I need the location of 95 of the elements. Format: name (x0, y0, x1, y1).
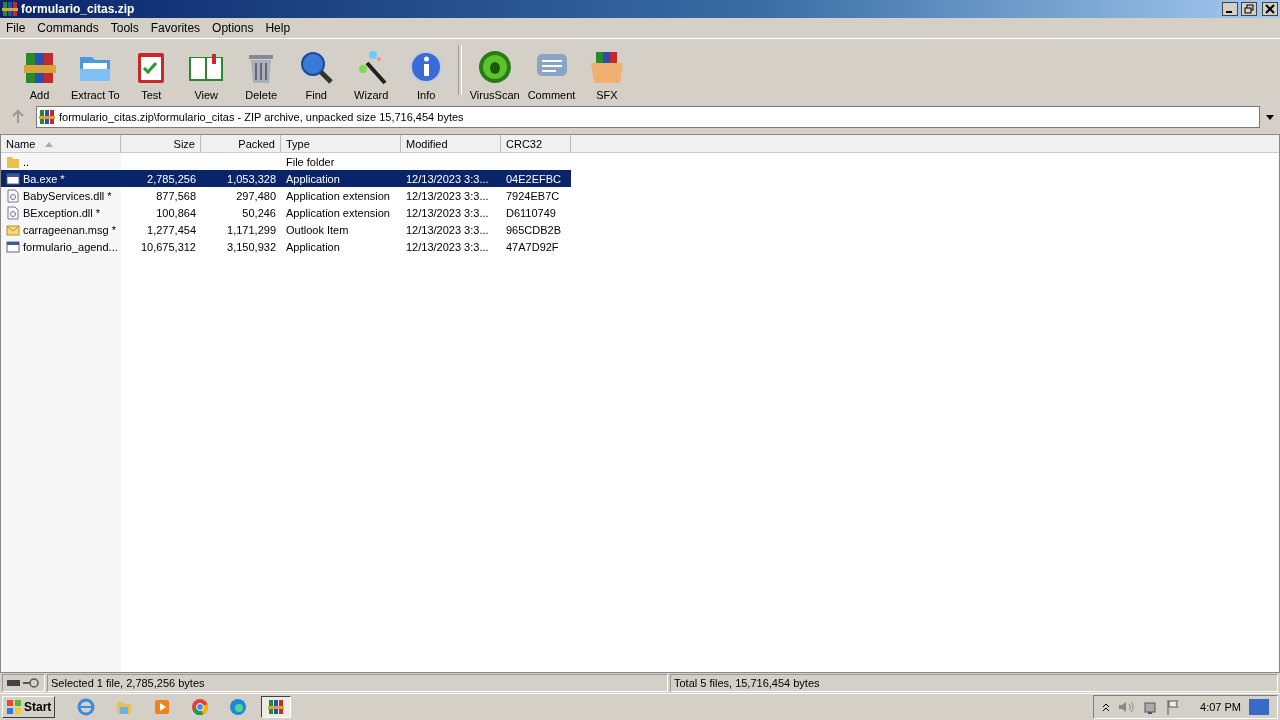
status-text: Selected 1 file, 2,785,256 bytes (51, 677, 205, 689)
table-cell: carrageenan.msg * (23, 223, 116, 236)
table-cell: BException.dll * (23, 206, 101, 219)
start-button[interactable]: Start (2, 696, 56, 718)
table-cell: 100,864 (156, 206, 196, 219)
toolbar-button[interactable]: Extract To (67, 49, 124, 101)
toolbar-button[interactable]: Info (398, 49, 454, 101)
toolbar-button[interactable]: View (178, 49, 234, 101)
gear-file-icon (6, 188, 20, 203)
application-icon (6, 239, 20, 254)
taskbar-button[interactable] (261, 696, 292, 718)
file-row[interactable]: Ba.exe * 2,785,256 1,053,328 Application 12/13/2023 3:3... 04E2EFBC (1, 170, 571, 187)
close-button[interactable] (1262, 2, 1278, 16)
table-cell: 965CDB2B (506, 223, 562, 236)
table-cell: 12/13/2023 3:3... (406, 223, 489, 236)
table-cell: Ba.exe * (23, 172, 65, 185)
table-cell: .. (23, 155, 30, 168)
search-icon (298, 49, 335, 85)
table-cell: Application (286, 172, 340, 185)
table-cell: BabyServices.dll * (23, 189, 112, 202)
browser-icon (229, 698, 248, 716)
minimize-button[interactable] (1222, 2, 1238, 16)
app-icon (2, 1, 18, 17)
column-header[interactable]: Modified (401, 135, 501, 152)
toolbar-button[interactable]: Add (12, 49, 67, 101)
table-cell: Outlook Item (286, 223, 349, 236)
menu-item[interactable]: Help (259, 21, 297, 35)
menu-item[interactable]: File (0, 21, 32, 35)
table-cell: 3,150,932 (227, 240, 276, 253)
application-icon (6, 171, 20, 186)
toolbar-button[interactable]: Delete (233, 49, 289, 101)
clock: 4:07 PM (1200, 701, 1241, 713)
file-row[interactable]: BabyServices.dll * 877,568 297,480 Application extension 12/13/2023 3:3... 7924EB7C (1, 187, 571, 204)
gear-file-icon (6, 205, 20, 220)
table-cell: 12/13/2023 3:3... (406, 240, 489, 253)
table-cell: 04E2EFBC (506, 172, 562, 185)
table-cell: 50,246 (242, 206, 276, 219)
network-icon (1142, 699, 1159, 715)
table-cell: formulario_agend... (23, 240, 118, 253)
flag-icon (1166, 699, 1181, 715)
file-row[interactable]: .. File folder (1, 153, 571, 170)
menu-item[interactable]: Options (206, 21, 260, 35)
table-cell: D6110749 (506, 206, 556, 219)
column-header[interactable]: Size (121, 135, 201, 152)
archive-icon (268, 699, 285, 715)
table-cell: 1,171,299 (227, 223, 276, 236)
table-cell: Application extension (286, 189, 390, 202)
windows-logo-icon (6, 699, 22, 715)
table-cell: 10,675,312 (140, 240, 196, 253)
table-cell: 1,053,328 (227, 172, 276, 185)
browser-icon (191, 698, 210, 716)
toolbar-button[interactable]: Find (288, 49, 344, 101)
file-row[interactable]: BException.dll * 100,864 50,246 Application extension 12/13/2023 3:3... D6110749 (1, 204, 571, 221)
column-header[interactable]: Type (281, 135, 401, 152)
toolbar-button[interactable]: VirusScan (465, 49, 524, 101)
table-cell: 1,277,454 (147, 223, 196, 236)
sort-arrow-icon (45, 140, 54, 147)
drive-key-icon (6, 677, 40, 689)
table-cell: Application extension (286, 206, 390, 219)
file-row[interactable]: carrageenan.msg * 1,277,454 1,171,299 Outlook Item 12/13/2023 3:3... 965CDB2B (1, 221, 571, 238)
folder-icon (6, 154, 20, 169)
window-title: formulario_citas.zip (21, 2, 136, 16)
table-cell: 7924EB7C (506, 189, 560, 202)
toolbar-button[interactable]: Test (123, 49, 179, 101)
menu-item[interactable]: Commands (31, 21, 105, 35)
show-desktop-icon (1249, 699, 1269, 715)
toolbar-button[interactable]: Comment (523, 49, 580, 101)
chevron-up-icon (1102, 702, 1111, 712)
restore-button[interactable] (1241, 2, 1257, 16)
column-header[interactable]: Name (1, 135, 121, 152)
envelope-icon (6, 222, 20, 237)
table-cell: 877,568 (156, 189, 196, 202)
table-cell: 47A7D92F (506, 240, 559, 253)
archive-icon (39, 109, 55, 125)
play-icon (153, 698, 172, 716)
table-cell: 12/13/2023 3:3... (406, 172, 489, 185)
table-cell: 12/13/2023 3:3... (406, 189, 489, 202)
speaker-icon (1118, 700, 1135, 714)
menu-item[interactable]: Tools (104, 21, 145, 35)
column-header[interactable]: Packed (201, 135, 281, 152)
table-cell: 12/13/2023 3:3... (406, 206, 489, 219)
table-cell: Application (286, 240, 340, 253)
table-cell: 2,785,256 (147, 172, 196, 185)
file-row[interactable]: formulario_agend... 10,675,312 3,150,932 Application 12/13/2023 3:3... 47A7D92F (1, 238, 571, 255)
table-cell: 297,480 (236, 189, 276, 202)
info-icon (408, 49, 445, 85)
address-field[interactable]: formulario_citas.zip\formulario_citas - ZIP archive, unpacked size 15,716,454 bytes (36, 106, 1260, 128)
table-cell: File folder (286, 155, 335, 168)
box-icon (588, 49, 625, 85)
menu-item[interactable]: Favorites (144, 21, 207, 35)
toolbar-button[interactable]: Wizard (343, 49, 399, 101)
globe-icon (77, 698, 96, 716)
status-text: Total 5 files, 15,716,454 bytes (674, 677, 820, 689)
toolbar-button[interactable]: SFX (579, 49, 635, 101)
column-header[interactable]: CRC32 (501, 135, 571, 152)
